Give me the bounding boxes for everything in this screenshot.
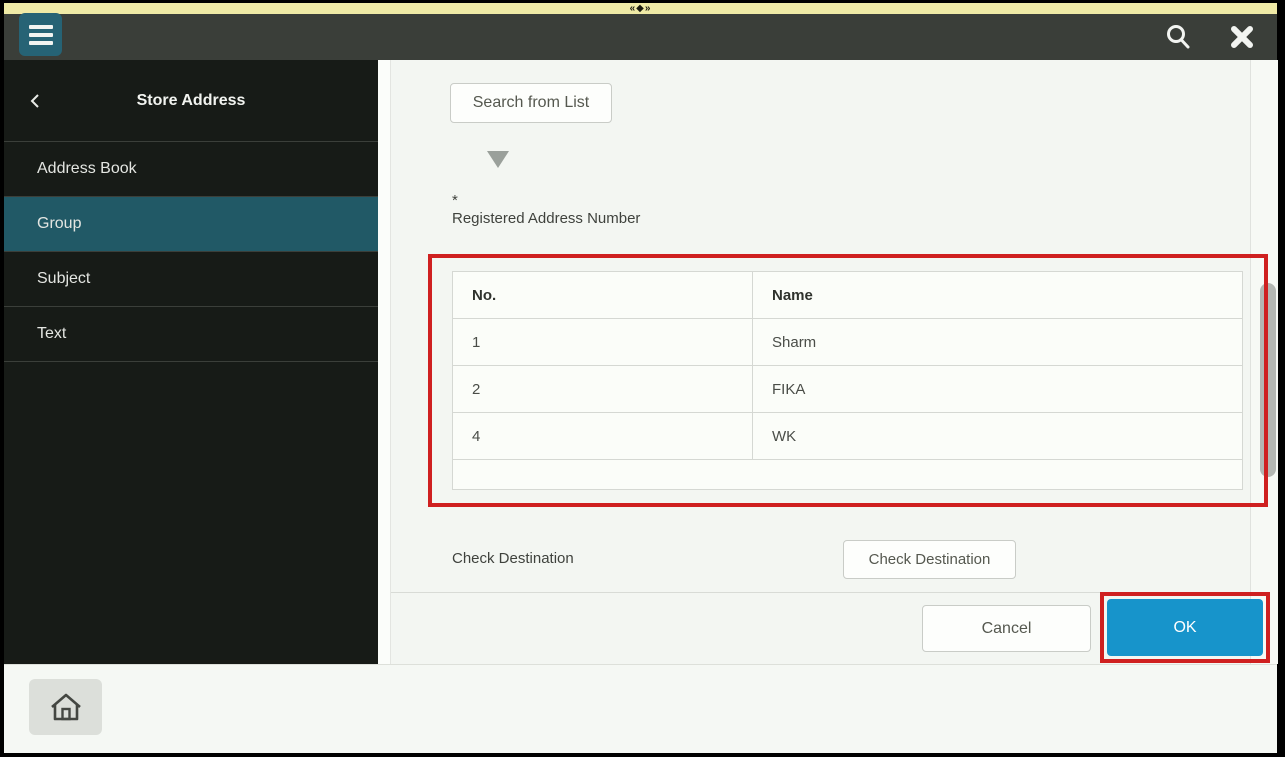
main-panel: Search from List * Registered Address Nu… xyxy=(391,60,1270,664)
table-row[interactable]: 2 FIKA xyxy=(453,366,1242,413)
address-table: No. Name 1 Sharm 2 FIKA 4 WK xyxy=(452,271,1243,490)
sidebar-item-subject[interactable]: Subject xyxy=(4,252,378,307)
sidebar: Store Address Address Book Group Subject… xyxy=(4,60,378,664)
search-from-list-button[interactable]: Search from List xyxy=(450,83,612,123)
bezel-marker: «◆» xyxy=(629,2,652,14)
column-header-no: No. xyxy=(453,272,753,318)
scrollbar-thumb[interactable] xyxy=(1260,283,1276,477)
home-button[interactable] xyxy=(29,679,102,735)
page-title: Store Address xyxy=(136,91,246,109)
cell-name: Sharm xyxy=(772,333,817,351)
sidebar-item-group[interactable]: Group xyxy=(4,197,378,252)
sidebar-item-text[interactable]: Text xyxy=(4,307,378,362)
back-button[interactable] xyxy=(22,88,48,114)
column-header-name: Name xyxy=(772,286,813,304)
table-empty-row xyxy=(453,460,1242,489)
cancel-button[interactable]: Cancel xyxy=(922,605,1091,652)
search-icon xyxy=(1167,25,1190,49)
table-row[interactable]: 1 Sharm xyxy=(453,319,1242,366)
sidebar-item-address-book[interactable]: Address Book xyxy=(4,142,378,197)
cell-name: WK xyxy=(772,427,797,445)
arrow-down-icon xyxy=(487,151,509,168)
table-row[interactable]: 4 WK xyxy=(453,413,1242,460)
check-destination-label: Check Destination xyxy=(452,550,574,567)
bezel-strip: «◆» xyxy=(4,3,1277,14)
ok-button[interactable]: OK xyxy=(1107,599,1263,656)
close-button[interactable] xyxy=(1225,20,1259,54)
sidebar-header: Store Address xyxy=(4,60,378,142)
registered-address-number-label: Registered Address Number xyxy=(452,210,641,227)
top-app-bar xyxy=(4,13,1277,60)
search-button[interactable] xyxy=(1161,20,1195,54)
cell-no: 1 xyxy=(453,319,753,365)
annotation-box-ok: OK xyxy=(1100,592,1270,663)
hamburger-icon xyxy=(28,24,53,29)
cell-no: 2 xyxy=(453,366,753,412)
menu-button[interactable] xyxy=(19,13,62,56)
cell-name: FIKA xyxy=(772,380,806,398)
panel-gutter xyxy=(378,60,391,664)
check-destination-button[interactable]: Check Destination xyxy=(843,540,1016,579)
bottom-bar xyxy=(4,664,1277,753)
scrollbar-track[interactable] xyxy=(1250,60,1278,664)
home-icon xyxy=(50,693,81,721)
chevron-left-icon xyxy=(30,94,39,108)
required-marker: * xyxy=(452,192,458,209)
table-header-row: No. Name xyxy=(453,272,1242,319)
close-icon xyxy=(1231,26,1253,48)
cell-no: 4 xyxy=(453,413,753,459)
